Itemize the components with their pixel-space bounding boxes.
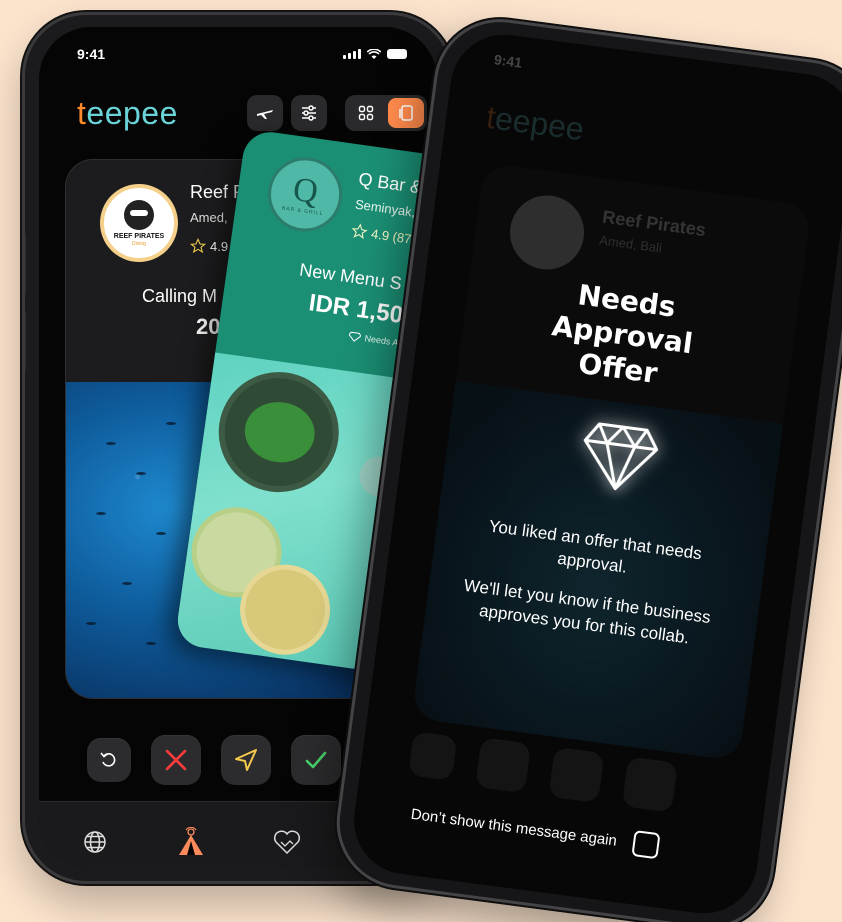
business-rating: 4.9 (87: [350, 222, 412, 246]
business-avatar: Q BAR & GRILL: [263, 152, 347, 237]
app-logo: teepee: [77, 95, 178, 131]
send-button[interactable]: [221, 735, 271, 785]
needs-approval-label: Needs Ap: [348, 331, 404, 348]
business-name: Q Bar &: [357, 168, 424, 198]
view-toggle: [345, 95, 427, 131]
grid-icon: [358, 105, 374, 121]
star-icon: [351, 223, 368, 240]
check-icon: [305, 751, 327, 769]
globe-icon: [84, 831, 106, 853]
avatar-letter: Q: [290, 170, 321, 211]
filter-button[interactable]: [291, 95, 327, 131]
accept-button[interactable]: [291, 735, 341, 785]
signal-icon: [343, 49, 361, 59]
teepee-icon: [179, 827, 203, 855]
card-view-button[interactable]: [388, 98, 424, 128]
volume-up-button: [25, 235, 26, 295]
card-view-icon: [399, 105, 413, 121]
overlay-title: Needs Approval Offer: [550, 278, 695, 390]
business-location: Amed,: [190, 210, 228, 225]
status-icons: [343, 48, 407, 60]
status-bar: 9:41: [77, 45, 407, 63]
diamond-icon: [583, 422, 659, 491]
pirate-icon: [124, 199, 154, 230]
plane-icon: [257, 110, 273, 119]
close-icon: [165, 749, 187, 771]
grid-view-button[interactable]: [348, 98, 384, 128]
undo-icon: [100, 752, 116, 767]
tab-explore[interactable]: [79, 826, 111, 858]
sliders-icon: [302, 105, 316, 121]
tab-home[interactable]: [175, 826, 207, 858]
rating-value: 4.9: [210, 238, 229, 254]
undo-button[interactable]: [87, 738, 131, 782]
battery-icon: [387, 49, 407, 59]
dont-show-again-row[interactable]: Don’t show this message again: [409, 801, 661, 860]
tab-collabs[interactable]: [271, 826, 303, 858]
business-rating: 4.9: [190, 238, 228, 254]
dont-show-again-checkbox[interactable]: [631, 830, 661, 860]
avatar-subtext: Diving: [132, 240, 146, 247]
business-avatar: REEF PIRATES Diving: [100, 184, 178, 262]
wifi-icon: [367, 48, 381, 59]
status-time: 9:41: [77, 46, 106, 62]
rating-value: 4.9 (87: [370, 225, 413, 247]
reject-button[interactable]: [151, 735, 201, 785]
travel-button[interactable]: [247, 95, 283, 131]
send-icon: [235, 749, 257, 771]
business-location: Seminyak,: [354, 196, 417, 220]
diamond-icon: [348, 331, 362, 342]
action-bar: [87, 735, 341, 785]
star-icon: [190, 238, 206, 254]
dont-show-again-label: Don’t show this message again: [409, 805, 618, 850]
avatar-text: REEF PIRATES: [111, 231, 167, 241]
handshake-heart-icon: [273, 830, 301, 855]
offer-title: Calling M: [142, 286, 218, 306]
volume-down-button: [25, 311, 26, 371]
